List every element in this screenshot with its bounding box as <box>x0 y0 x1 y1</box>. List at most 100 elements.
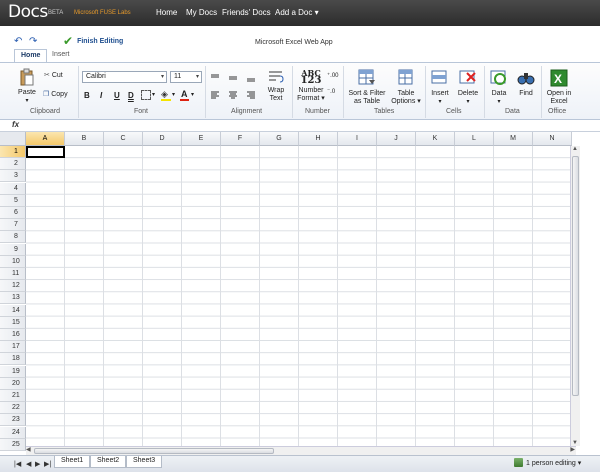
underline-button[interactable]: U <box>114 91 120 100</box>
borders-icon[interactable] <box>141 90 151 100</box>
open-in-excel-button[interactable]: X Open in Excel <box>544 69 574 106</box>
formula-bar[interactable]: fx <box>0 120 600 132</box>
row-header-14[interactable]: 14 <box>0 304 26 317</box>
finish-editing-button[interactable]: ✔ Finish Editing <box>63 34 123 48</box>
number-format-button[interactable]: ABC 123 Number Format ▾ <box>296 69 326 103</box>
row-header-16[interactable]: 16 <box>0 329 26 341</box>
number-group-label: Number <box>305 108 330 115</box>
chevron-down-icon[interactable]: ▾ <box>152 91 155 98</box>
docs-logo[interactable]: Docs <box>8 2 48 22</box>
column-header-f[interactable]: F <box>221 132 260 146</box>
column-header-c[interactable]: C <box>104 132 143 146</box>
people-editing-indicator[interactable]: 1 person editing ▾ <box>514 458 581 467</box>
tab-home[interactable]: Home <box>14 49 48 63</box>
row-header-20[interactable]: 20 <box>0 377 26 390</box>
first-sheet-icon[interactable]: |◀ <box>14 460 21 468</box>
row-header-15[interactable]: 15 <box>0 316 26 329</box>
row-header-19[interactable]: 19 <box>0 365 26 378</box>
column-header-d[interactable]: D <box>143 132 182 146</box>
decrease-decimal-icon[interactable]: ⁻.0 <box>327 88 335 95</box>
last-sheet-icon[interactable]: ▶| <box>44 460 51 468</box>
row-header-11[interactable]: 11 <box>0 268 26 280</box>
column-header-j[interactable]: J <box>377 132 416 146</box>
paste-button[interactable]: Paste ▾ <box>16 68 38 105</box>
font-family-select[interactable]: Calibri ▾ <box>82 71 167 83</box>
row-header-6[interactable]: 6 <box>0 207 26 219</box>
select-all-corner[interactable] <box>0 132 26 146</box>
column-header-g[interactable]: G <box>260 132 299 146</box>
column-header-i[interactable]: I <box>338 132 377 146</box>
bold-button[interactable]: B <box>84 91 90 100</box>
increase-decimal-icon[interactable]: ⁺.00 <box>327 72 339 79</box>
row-header-13[interactable]: 13 <box>0 292 26 305</box>
sort-filter-table-button[interactable]: Sort & Filter as Table <box>346 69 388 106</box>
row-header-12[interactable]: 12 <box>0 280 26 293</box>
column-header-k[interactable]: K <box>416 132 455 146</box>
column-header-n[interactable]: N <box>533 132 572 146</box>
horizontal-scroll-thumb[interactable] <box>34 448 274 454</box>
prev-sheet-icon[interactable]: ◀ <box>26 460 31 468</box>
data-button[interactable]: Data ▾ <box>488 69 510 106</box>
wrap-text-button[interactable]: Wrap Text <box>264 70 288 103</box>
scroll-right-icon[interactable]: ▶ <box>570 446 575 453</box>
italic-button[interactable]: I <box>100 91 102 100</box>
nav-home[interactable]: Home <box>156 8 177 17</box>
row-header-17[interactable]: 17 <box>0 341 26 354</box>
chevron-down-icon[interactable]: ▾ <box>191 91 194 98</box>
column-header-e[interactable]: E <box>182 132 221 146</box>
row-header-25[interactable]: 25 <box>0 438 26 451</box>
column-header-h[interactable]: H <box>299 132 338 146</box>
column-header-m[interactable]: M <box>494 132 533 146</box>
column-header-l[interactable]: L <box>455 132 494 146</box>
nav-add-a-doc[interactable]: Add a Doc ▾ <box>275 8 319 17</box>
row-header-9[interactable]: 9 <box>0 243 26 256</box>
nav-friends-docs[interactable]: Friends' Docs <box>222 8 271 17</box>
active-cell-a1[interactable] <box>26 146 65 158</box>
font-color-icon[interactable]: A <box>181 89 188 99</box>
copy-button[interactable]: ❐ Copy <box>43 91 68 99</box>
number-format-label: Number Format ▾ <box>297 87 325 102</box>
row-header-21[interactable]: 21 <box>0 390 26 402</box>
delete-cells-button[interactable]: Delete ▾ <box>456 69 480 106</box>
row-header-1[interactable]: 1 <box>0 146 26 158</box>
row-header-3[interactable]: 3 <box>0 170 26 183</box>
row-header-5[interactable]: 5 <box>0 194 26 207</box>
cut-button[interactable]: ✂ Cut <box>44 72 63 80</box>
row-header-24[interactable]: 24 <box>0 426 26 439</box>
row-header-18[interactable]: 18 <box>0 353 26 366</box>
vertical-scroll-thumb[interactable] <box>572 156 579 396</box>
horizontal-scrollbar[interactable]: ◀ ▶ <box>26 446 576 455</box>
column-header-b[interactable]: B <box>65 132 104 146</box>
column-header-a[interactable]: A <box>26 132 65 146</box>
row-header-22[interactable]: 22 <box>0 402 26 415</box>
sheet-tab-1[interactable]: Sheet1 <box>54 456 91 468</box>
insert-cells-button[interactable]: Insert ▾ <box>428 69 452 106</box>
next-sheet-icon[interactable]: ▶ <box>35 460 40 468</box>
row-header-7[interactable]: 7 <box>0 219 26 232</box>
alignment-icons[interactable] <box>210 73 270 105</box>
cut-label: Cut <box>51 72 63 79</box>
chevron-down-icon[interactable]: ▾ <box>172 91 175 98</box>
vertical-scrollbar[interactable]: ▲ ▼ <box>570 146 580 446</box>
sheet-tab-2[interactable]: Sheet2 <box>90 456 127 468</box>
people-editing-label: 1 person editing ▾ <box>526 459 582 467</box>
table-options-button[interactable]: Table Options ▾ <box>390 69 422 106</box>
undo-icon[interactable]: ↶ <box>14 36 22 47</box>
nav-my-docs[interactable]: My Docs <box>186 8 217 17</box>
scroll-left-icon[interactable]: ◀ <box>26 446 31 453</box>
sheet-tab-3[interactable]: Sheet3 <box>126 456 163 468</box>
function-icon[interactable]: fx <box>12 120 19 129</box>
ribbon-separator <box>541 66 542 118</box>
row-header-8[interactable]: 8 <box>0 231 26 244</box>
redo-icon[interactable]: ↷ <box>29 36 37 47</box>
tab-insert[interactable]: Insert <box>46 49 76 63</box>
scroll-up-icon[interactable]: ▲ <box>572 146 578 152</box>
row-header-23[interactable]: 23 <box>0 414 26 427</box>
font-size-select[interactable]: 11 ▾ <box>170 71 202 83</box>
cell-area[interactable] <box>26 146 570 446</box>
row-header-4[interactable]: 4 <box>0 182 26 195</box>
double-underline-button[interactable]: D <box>128 91 134 100</box>
find-button[interactable]: Find <box>515 69 537 98</box>
row-header-2[interactable]: 2 <box>0 158 26 171</box>
row-header-10[interactable]: 10 <box>0 255 26 268</box>
